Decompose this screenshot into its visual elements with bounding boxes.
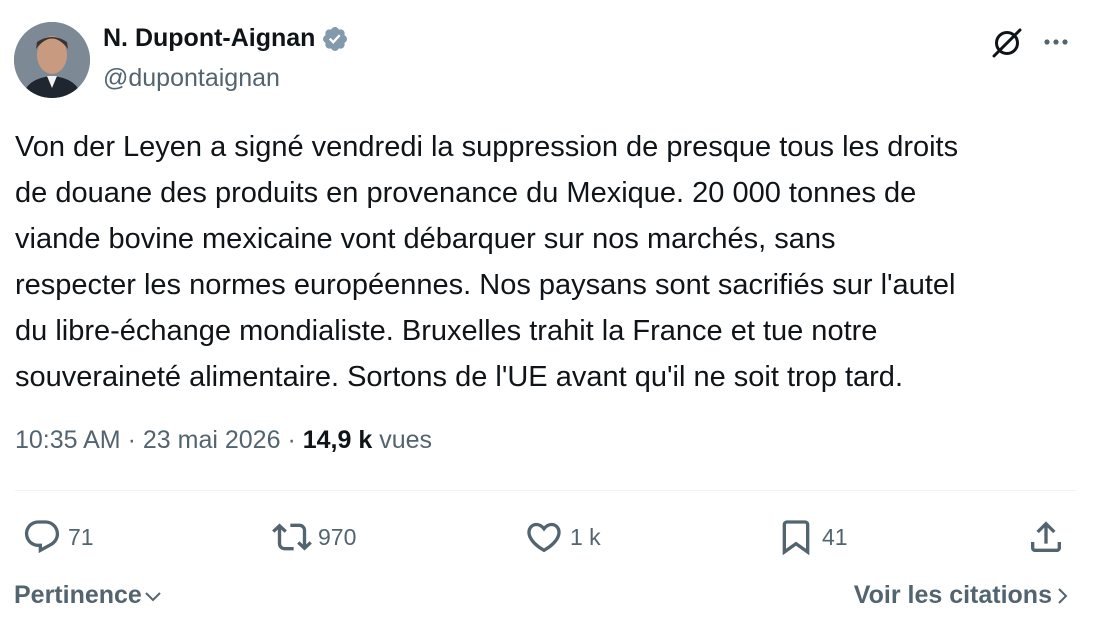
grok-icon[interactable]: [990, 26, 1024, 60]
more-icon[interactable]: [1040, 28, 1072, 56]
avatar-image: [14, 22, 90, 98]
tweet-text-line: souveraineté alimentaire. Sortons de l'U…: [15, 361, 903, 393]
reply-button[interactable]: 71: [22, 517, 94, 557]
chevron-right-icon: [1058, 587, 1068, 604]
verified-badge-icon[interactable]: [321, 25, 349, 53]
author-name-row: N. Dupont-Aignan: [103, 24, 349, 53]
bookmark-count: 41: [822, 523, 848, 550]
tweet-time[interactable]: 10:35 AM: [15, 426, 121, 454]
tweet-text-line: de douane des produits en provenance du …: [15, 177, 917, 209]
repost-button[interactable]: 970: [272, 517, 356, 557]
like-count: 1 k: [570, 523, 601, 550]
view-quotes-link[interactable]: Voir les citations: [854, 581, 1072, 610]
chevron-down-icon: [145, 591, 161, 601]
meta-separator: ·: [127, 426, 136, 454]
repost-icon: [272, 523, 312, 551]
tweet-date[interactable]: 23 mai 2026: [143, 426, 281, 454]
meta-separator: ·: [287, 426, 296, 454]
bookmark-button[interactable]: 41: [776, 517, 848, 557]
share-icon: [1031, 521, 1061, 552]
views-label: vues: [379, 426, 432, 454]
author-display-name[interactable]: N. Dupont-Aignan: [103, 24, 315, 53]
sort-label: Pertinence: [14, 581, 142, 609]
views-count[interactable]: 14,9 k: [303, 426, 373, 454]
sort-dropdown[interactable]: Pertinence: [14, 581, 164, 610]
share-button[interactable]: [1026, 517, 1066, 557]
tweet-text: Von der Leyen a signé vendredi la suppre…: [15, 124, 1090, 400]
tweet-text-line: viande bovine mexicaine vont débarquer s…: [15, 223, 836, 255]
reply-count: 71: [68, 523, 94, 550]
tweet-text-line: respecter les normes européennes. Nos pa…: [15, 269, 956, 301]
tweet-text-line: Von der Leyen a signé vendredi la suppre…: [15, 131, 959, 163]
divider: [15, 490, 1076, 491]
author-handle[interactable]: @dupontaignan: [103, 64, 280, 93]
avatar[interactable]: [14, 22, 90, 98]
repost-count: 970: [318, 523, 357, 550]
like-button[interactable]: 1 k: [524, 517, 601, 557]
tweet-text-line: du libre-échange mondialiste. Bruxelles …: [15, 315, 878, 347]
reply-icon: [24, 520, 60, 554]
view-quotes-label: Voir les citations: [853, 581, 1052, 609]
bookmark-icon: [782, 520, 810, 556]
tweet-meta: 10:35 AM · 23 mai 2026 · 14,9 k vues: [15, 426, 432, 455]
like-icon: [527, 522, 561, 553]
